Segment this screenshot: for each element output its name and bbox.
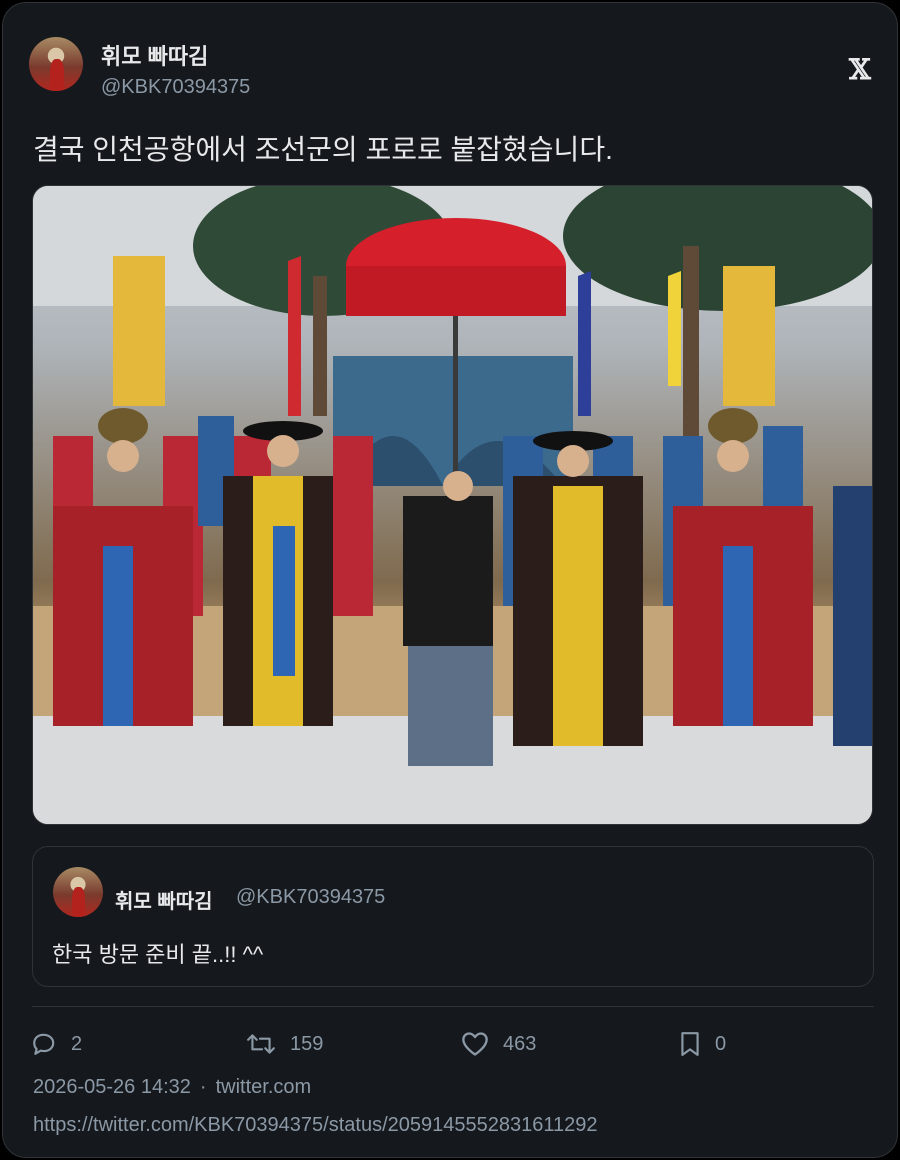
retweet-icon — [247, 1034, 275, 1054]
retweet-button[interactable]: 159 — [246, 1029, 323, 1059]
author-name[interactable]: 휘모 빠따김 — [101, 39, 208, 71]
bookmark-count: 0 — [715, 1032, 727, 1055]
retweet-count: 159 — [290, 1032, 324, 1055]
like-count: 463 — [503, 1032, 537, 1055]
quoted-tweet-text: 한국 방문 준비 끝..!! ^^ — [52, 942, 264, 967]
author-handle[interactable]: @KBK70394375 — [101, 76, 250, 99]
heart-icon — [462, 1032, 488, 1056]
timestamp[interactable]: 2026-05-26 14:32 — [33, 1076, 191, 1098]
tweet-meta: 2026-05-26 14:32 · twitter.com — [33, 1076, 311, 1099]
bookmark-icon — [681, 1032, 699, 1056]
divider — [32, 1006, 874, 1007]
source-link[interactable]: twitter.com — [216, 1076, 312, 1098]
author-avatar[interactable] — [29, 37, 83, 91]
bookmark-button[interactable]: 0 — [679, 1029, 726, 1059]
reply-button[interactable]: 2 — [31, 1029, 82, 1059]
quoted-tweet[interactable]: 휘모 빠따김 @KBK70394375 한국 방문 준비 끝..!! ^^ — [32, 846, 874, 987]
like-button[interactable]: 463 — [461, 1029, 536, 1059]
quoted-author-handle: @KBK70394375 — [236, 886, 386, 908]
quoted-avatar — [53, 867, 103, 917]
reply-count: 2 — [71, 1032, 83, 1055]
x-logo-icon[interactable]: 𝕏 — [849, 53, 871, 86]
reply-icon — [33, 1033, 55, 1055]
meta-separator: · — [199, 1076, 207, 1098]
tweet-card: 휘모 빠따김 @KBK70394375 𝕏 결국 인천공항에서 조선군의 포로로… — [2, 2, 898, 1158]
tweet-photo[interactable] — [32, 185, 873, 825]
quoted-author-name: 휘모 빠따김 — [115, 891, 213, 913]
tweet-text: 결국 인천공항에서 조선군의 포로로 붙잡혔습니다. — [33, 134, 613, 165]
tweet-url[interactable]: https://twitter.com/KBK70394375/status/2… — [33, 1114, 598, 1137]
photo-illustration — [33, 186, 872, 824]
